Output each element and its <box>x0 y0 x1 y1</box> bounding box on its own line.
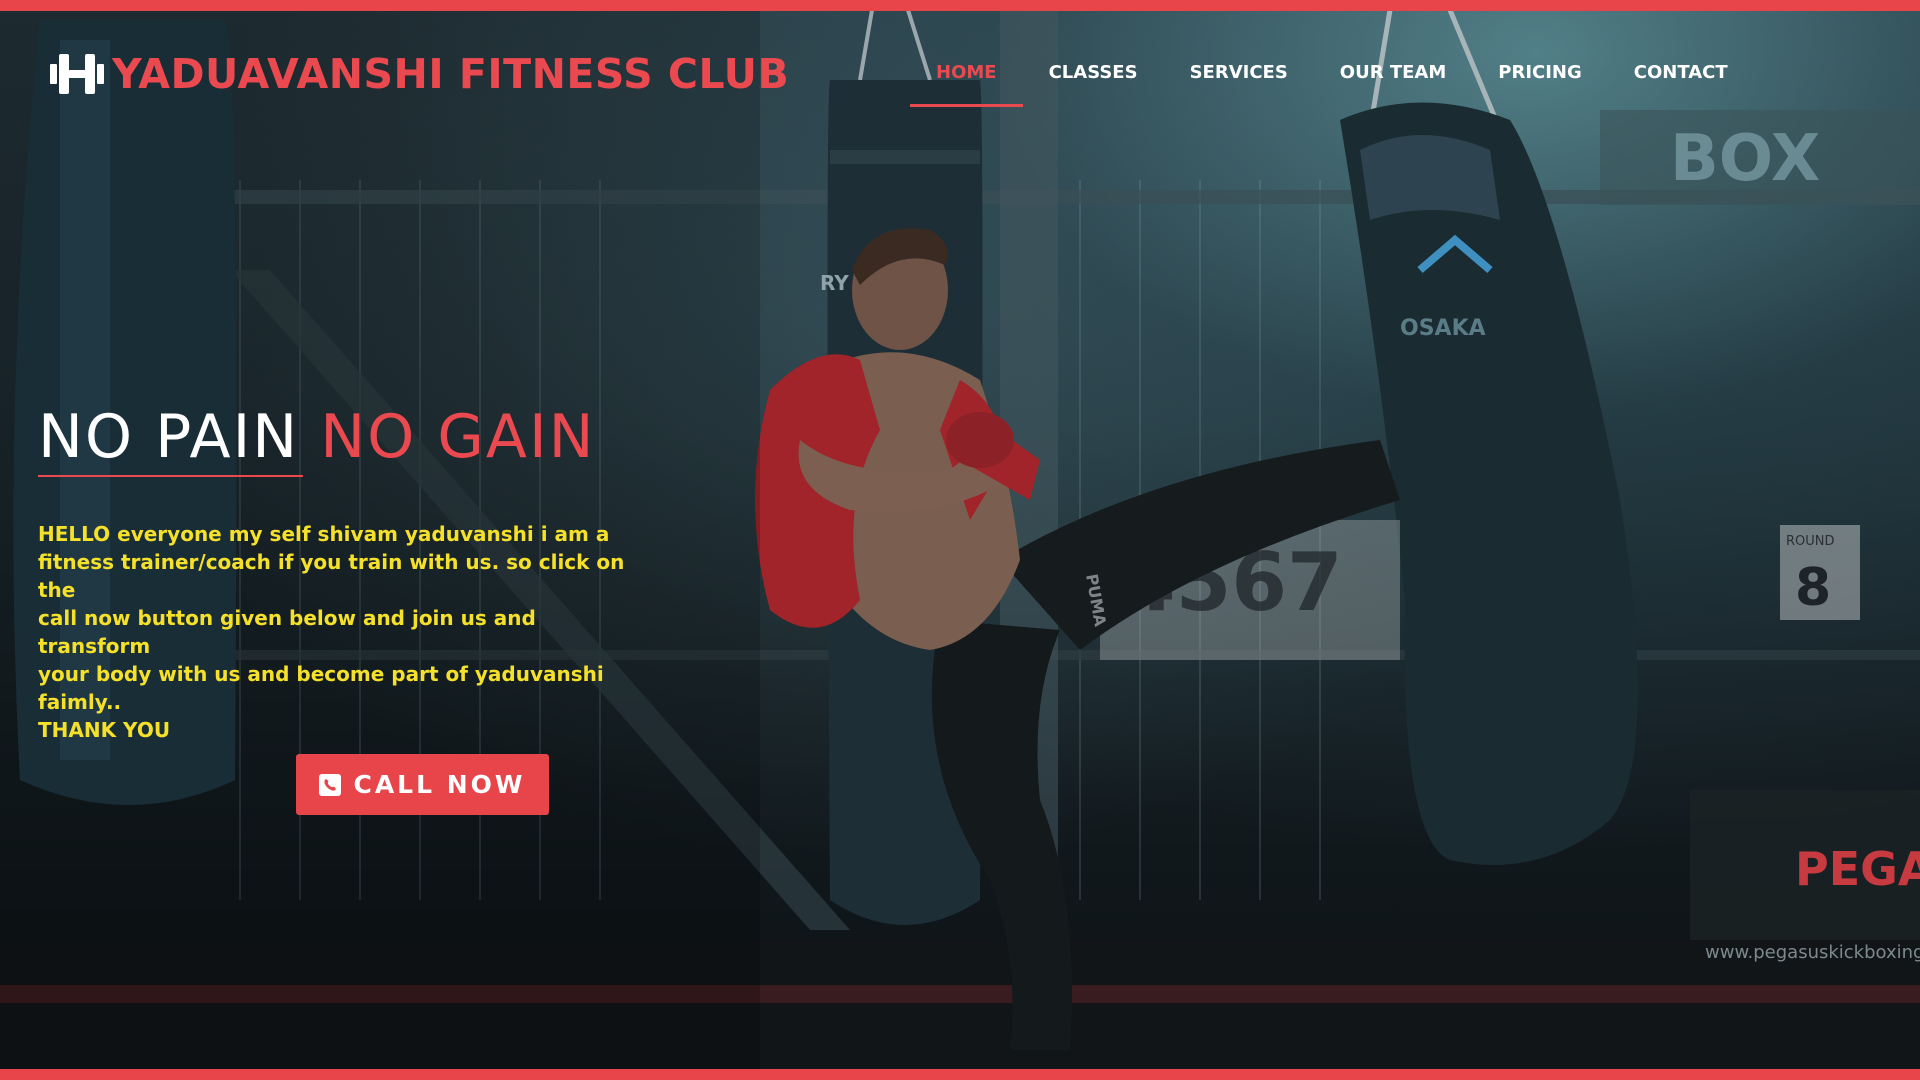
dumbbell-icon <box>50 54 104 94</box>
hero-text-thank-you: THANK YOU <box>38 718 171 742</box>
hero-text-line: faimly.. <box>38 690 122 714</box>
bag-brand-text: OSAKA <box>1400 316 1486 341</box>
sponsor-banner-text: PEGA <box>1795 842 1920 896</box>
brand-logo[interactable]: YADUAVANSHI FITNESS CLUB <box>48 50 789 98</box>
main-nav: HOME CLASSES SERVICES OUR TEAM PRICING C… <box>910 44 1754 107</box>
round-card-label: ROUND <box>1786 534 1835 549</box>
site-header: YADUAVANSHI FITNESS CLUB HOME CLASSES SE… <box>48 44 1920 107</box>
bottom-accent-bar <box>0 1069 1920 1080</box>
round-card-number: 8 <box>1795 558 1831 618</box>
nav-home[interactable]: HOME <box>910 44 1023 107</box>
call-now-button[interactable]: CALL NOW <box>296 754 549 815</box>
nav-services[interactable]: SERVICES <box>1164 44 1314 107</box>
hero-title-white: NO PAIN <box>38 402 300 472</box>
call-now-label: CALL NOW <box>353 770 526 799</box>
nav-pricing[interactable]: PRICING <box>1472 44 1608 107</box>
hero-text-line: HELLO everyone my self shivam yaduvanshi… <box>38 522 610 546</box>
page: OSAKA 4567 BOX ROUND 8 PEGA www.pegasusk… <box>0 0 1920 1080</box>
hero-title-red: NO GAIN <box>320 402 596 472</box>
hero-text-line: your body with us and become part of yad… <box>38 662 604 686</box>
wall-sign-text: BOX <box>1670 122 1820 196</box>
hero-text-line: call now button given below and join us … <box>38 606 536 658</box>
nav-our-team[interactable]: OUR TEAM <box>1314 44 1472 107</box>
nav-contact[interactable]: CONTACT <box>1608 44 1754 107</box>
top-accent-bar <box>0 0 1920 11</box>
sponsor-website-text: www.pegasuskickboxing.co <box>1705 942 1920 963</box>
pole-text: RY <box>820 271 849 295</box>
hero-description: HELLO everyone my self shivam yaduvanshi… <box>38 520 638 744</box>
hero-title: NO PAIN NO GAIN <box>38 402 596 472</box>
hero-title-underline <box>38 475 303 477</box>
hero-text-line: fitness trainer/coach if you train with … <box>38 550 625 602</box>
nav-classes[interactable]: CLASSES <box>1023 44 1164 107</box>
brand-name: YADUAVANSHI FITNESS CLUB <box>112 50 790 98</box>
phone-icon <box>319 773 342 796</box>
